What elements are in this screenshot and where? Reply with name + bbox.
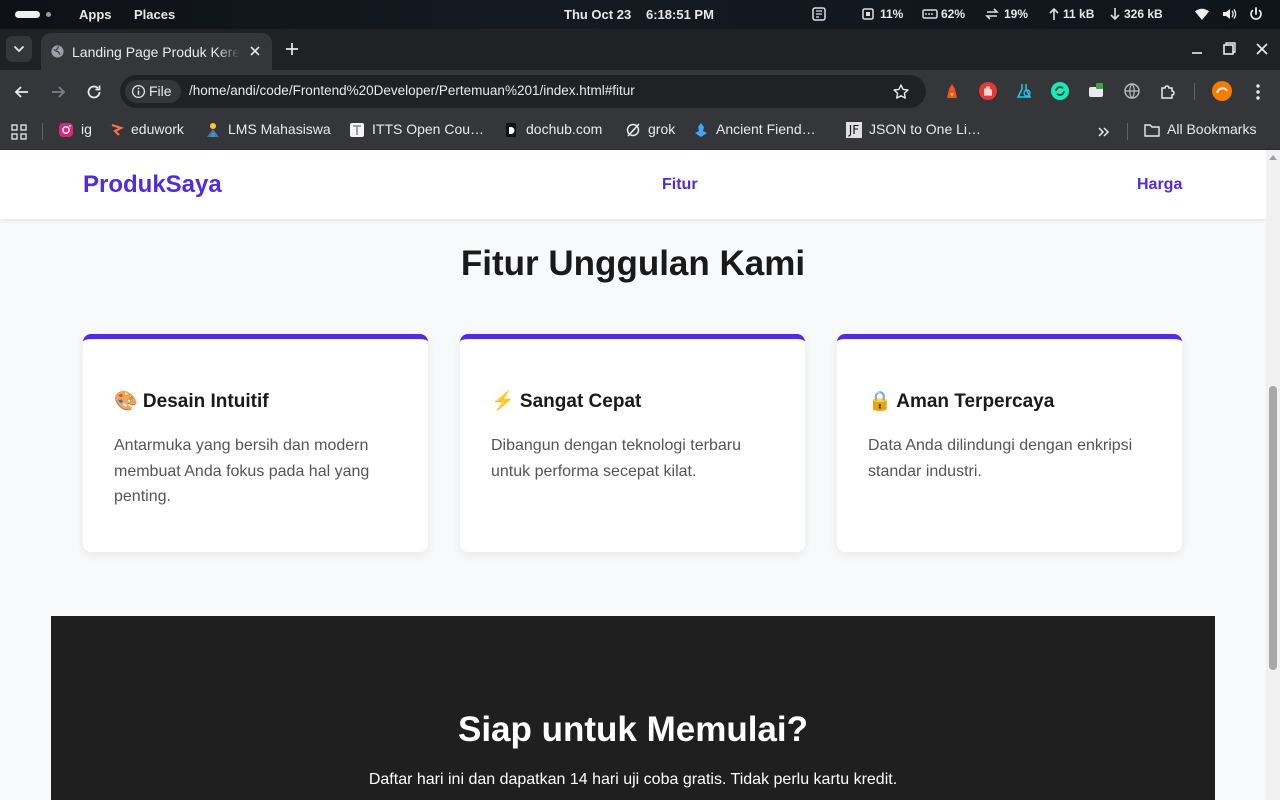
active-workspace-pill[interactable] bbox=[15, 11, 40, 18]
globe-icon bbox=[51, 45, 64, 58]
tab-title: Landing Page Produk Keren bbox=[72, 44, 240, 60]
scroll-up-arrow-icon[interactable] bbox=[1269, 154, 1277, 160]
scrollbar-thumb[interactable] bbox=[1269, 386, 1277, 670]
reload-button[interactable] bbox=[84, 82, 104, 102]
places-menu[interactable]: Places bbox=[134, 7, 175, 22]
power-icon[interactable] bbox=[1248, 6, 1264, 22]
features-heading: Fitur Unggulan Kami bbox=[460, 244, 806, 283]
cpu-usage: 11% bbox=[880, 7, 904, 21]
memory-icon bbox=[922, 9, 938, 19]
flask-extension-icon[interactable] bbox=[1015, 82, 1033, 100]
tab-active[interactable]: Landing Page Produk Keren bbox=[41, 33, 272, 70]
cta-section: Siap untuk Memulai? Daftar hari ini dan … bbox=[51, 616, 1215, 800]
extensions-puzzle-icon[interactable] bbox=[1159, 82, 1177, 100]
upload-arrow-icon bbox=[1049, 7, 1059, 20]
feature-card-title: 🎨 Desain Intuitif bbox=[114, 391, 269, 412]
nav-link-harga[interactable]: Harga bbox=[1137, 176, 1182, 194]
bookmark-label: ITTS Open Cou… bbox=[372, 121, 485, 137]
bookmarks-bar: ig eduwork LMS Mahasiswa ITTS Open Cou… … bbox=[0, 113, 1280, 150]
volume-icon[interactable] bbox=[1221, 6, 1237, 22]
apps-grid-icon[interactable] bbox=[11, 124, 27, 140]
restore-window-button[interactable] bbox=[1220, 40, 1238, 58]
grok-icon bbox=[626, 123, 640, 137]
bookmarks-divider bbox=[42, 123, 43, 140]
upload-speed: 11 kB bbox=[1063, 7, 1095, 21]
back-button[interactable] bbox=[12, 82, 32, 102]
feature-card-description: Data Anda dilindungi dengan enkripsi sta… bbox=[868, 437, 1133, 480]
json-icon: JF bbox=[846, 122, 862, 138]
memory-usage: 62% bbox=[941, 7, 966, 21]
bookmarks-divider bbox=[1127, 123, 1128, 140]
ancient-fiend-icon bbox=[695, 123, 707, 137]
info-icon bbox=[131, 84, 146, 99]
cpu-icon bbox=[862, 8, 874, 20]
feature-card-desain: 🎨 Desain Intuitif Antarmuka yang bersih … bbox=[83, 334, 428, 552]
inactive-workspace-dot[interactable] bbox=[46, 12, 51, 17]
bookmark-label: dochub.com bbox=[526, 121, 603, 137]
page-viewport: ProdukSaya Fitur Harga Fitur Unggulan Ka… bbox=[0, 150, 1280, 800]
minimize-window-button[interactable] bbox=[1188, 40, 1206, 58]
browser-toolbar: File /home/andi/code/Frontend%20Develope… bbox=[0, 70, 1280, 113]
bookmark-label: JSON to One Li… bbox=[869, 121, 982, 137]
itts-icon bbox=[350, 123, 364, 137]
tab-strip: Landing Page Produk Keren bbox=[0, 29, 1280, 70]
feature-card-description: Antarmuka yang bersih dan modern membuat… bbox=[114, 437, 370, 505]
bookmark-label: LMS Mahasiswa bbox=[228, 121, 331, 137]
site-info-label: File bbox=[149, 83, 172, 99]
url-text[interactable]: /home/andi/code/Frontend%20Developer/Per… bbox=[189, 83, 635, 98]
swap-icon bbox=[985, 8, 999, 20]
fox-extension-icon[interactable] bbox=[943, 82, 961, 100]
kebab-menu-icon[interactable] bbox=[1248, 82, 1268, 102]
lms-icon bbox=[207, 123, 219, 137]
screenshot-extension-icon[interactable] bbox=[1087, 82, 1105, 100]
close-tab-icon[interactable] bbox=[247, 43, 263, 59]
clock-time[interactable]: 6:18:51 PM bbox=[646, 7, 714, 22]
bookmark-star-icon[interactable] bbox=[892, 83, 910, 101]
feature-card-description: Dibangun dengan teknologi terbaru untuk … bbox=[491, 437, 741, 480]
chevron-down-icon bbox=[13, 45, 25, 53]
nav-link-fitur[interactable]: Fitur bbox=[662, 176, 698, 194]
feature-card-cepat: ⚡ Sangat Cepat Dibangun dengan teknologi… bbox=[460, 334, 805, 552]
profile-avatar[interactable] bbox=[1212, 81, 1232, 101]
instagram-icon bbox=[59, 123, 73, 137]
workspace-indicator[interactable] bbox=[15, 11, 51, 18]
tab-search-button[interactable] bbox=[6, 36, 32, 62]
bookmark-label: grok bbox=[648, 121, 676, 137]
adblock-hand-extension-icon[interactable] bbox=[979, 82, 997, 100]
toolbar-divider bbox=[1194, 83, 1195, 100]
cta-text: Daftar hari ini dan dapatkan 14 hari uji… bbox=[368, 771, 898, 788]
dochub-icon bbox=[506, 123, 516, 137]
bookmark-label: ig bbox=[81, 121, 92, 137]
site-navbar: ProdukSaya Fitur Harga bbox=[0, 150, 1266, 219]
swap-usage: 19% bbox=[1004, 7, 1029, 21]
new-tab-button[interactable] bbox=[282, 39, 302, 59]
wifi-icon[interactable] bbox=[1194, 6, 1210, 22]
cta-heading: Siap untuk Memulai? bbox=[457, 710, 809, 749]
download-speed: 326 kB bbox=[1124, 7, 1163, 21]
clock-date[interactable]: Thu Oct 23 bbox=[564, 7, 631, 22]
download-arrow-icon bbox=[1110, 8, 1120, 21]
address-bar[interactable]: File /home/andi/code/Frontend%20Develope… bbox=[120, 75, 926, 108]
feature-card-title: 🔒 Aman Terpercaya bbox=[868, 391, 1055, 412]
feature-card-title: ⚡ Sangat Cepat bbox=[491, 391, 642, 412]
system-top-bar: Apps Places Thu Oct 23 6:18:51 PM 11% 62… bbox=[0, 0, 1280, 29]
forward-button[interactable] bbox=[48, 82, 68, 102]
page-scrollbar[interactable] bbox=[1266, 150, 1280, 800]
bookmark-label: eduwork bbox=[131, 121, 184, 137]
language-globe-extension-icon[interactable] bbox=[1123, 82, 1141, 100]
feature-card-aman: 🔒 Aman Terpercaya Data Anda dilindungi d… bbox=[837, 334, 1182, 552]
clipboard-indicator-icon[interactable] bbox=[811, 6, 827, 22]
sync-extension-icon[interactable] bbox=[1051, 82, 1069, 100]
eduwork-icon bbox=[111, 123, 124, 136]
folder-icon bbox=[1144, 124, 1160, 137]
bookmark-label: Ancient Fiend… bbox=[716, 121, 816, 137]
site-info-chip[interactable]: File bbox=[125, 80, 181, 103]
brand-logo[interactable]: ProdukSaya bbox=[83, 171, 222, 199]
all-bookmarks-label: All Bookmarks bbox=[1167, 121, 1257, 137]
close-window-button[interactable] bbox=[1253, 40, 1271, 58]
apps-menu[interactable]: Apps bbox=[79, 7, 112, 22]
more-bookmarks-chevron-icon[interactable] bbox=[1097, 125, 1111, 139]
